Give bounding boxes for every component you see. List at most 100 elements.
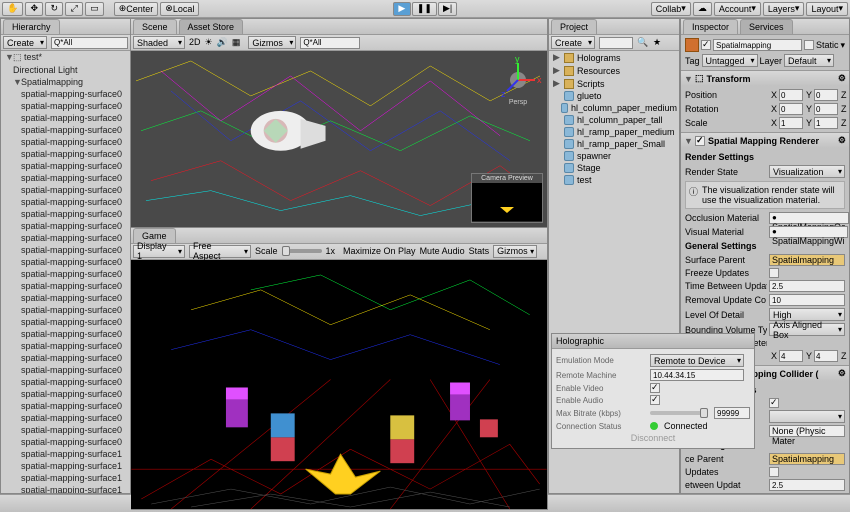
hierarchy-item[interactable]: spatial-mapping-surface0: [1, 316, 130, 328]
project-create[interactable]: Create: [551, 36, 595, 49]
hierarchy-item[interactable]: spatial-mapping-surface0: [1, 412, 130, 424]
project-asset[interactable]: spawner: [549, 150, 679, 162]
hierarchy-search[interactable]: [51, 37, 128, 49]
pivot-center[interactable]: ⊕ Center: [114, 2, 159, 16]
game-display[interactable]: Display 1: [133, 245, 185, 258]
project-asset[interactable]: hl_column_paper_tall: [549, 114, 679, 126]
gear-icon[interactable]: ⚙: [838, 73, 846, 84]
pivot-local[interactable]: ⊗ Local: [160, 2, 199, 16]
scene-gizmos[interactable]: Gizmos: [248, 36, 296, 49]
tab-services[interactable]: Services: [740, 19, 793, 34]
hierarchy-item[interactable]: spatial-mapping-surface0: [1, 328, 130, 340]
mute-toggle[interactable]: Mute Audio: [420, 246, 465, 256]
hierarchy-item[interactable]: spatial-mapping-surface1: [1, 472, 130, 484]
hierarchy-item[interactable]: spatial-mapping-surface1: [1, 460, 130, 472]
hierarchy-root[interactable]: ▼⬚ test*: [1, 51, 130, 64]
project-asset[interactable]: glueto: [549, 90, 679, 102]
layer-dropdown[interactable]: Default: [784, 54, 834, 67]
physic-material[interactable]: None (Physic Mater: [769, 425, 845, 437]
scene-fx-icon[interactable]: ▦: [232, 37, 241, 49]
disconnect-button[interactable]: Disconnect: [631, 433, 676, 443]
scene-audio-icon[interactable]: 🔊: [217, 37, 228, 49]
static-checkbox[interactable]: [804, 40, 814, 50]
hierarchy-item[interactable]: spatial-mapping-surface0: [1, 196, 130, 208]
project-asset[interactable]: hl_column_paper_medium: [549, 102, 679, 114]
scene-2d[interactable]: 2D: [189, 37, 201, 49]
hierarchy-item[interactable]: spatial-mapping-surface0: [1, 232, 130, 244]
render-state[interactable]: Visualization: [769, 165, 845, 178]
gear-icon[interactable]: ⚙: [838, 368, 846, 379]
hierarchy-item[interactable]: spatial-mapping-surface0: [1, 256, 130, 268]
stats-toggle[interactable]: Stats: [469, 246, 490, 256]
project-folder[interactable]: ▶Scripts: [549, 77, 679, 90]
emulation-mode[interactable]: Remote to Device: [650, 354, 744, 367]
hierarchy-item[interactable]: spatial-mapping-surface0: [1, 220, 130, 232]
bitrate-slider[interactable]: [650, 411, 708, 415]
tab-hierarchy[interactable]: Hierarchy: [3, 19, 60, 34]
project-asset[interactable]: test: [549, 174, 679, 186]
hierarchy-item[interactable]: spatial-mapping-surface0: [1, 244, 130, 256]
hierarchy-create[interactable]: Create: [3, 36, 47, 49]
object-name-field[interactable]: [713, 39, 802, 51]
project-asset[interactable]: hl_ramp_paper_Small: [549, 138, 679, 150]
game-aspect[interactable]: Free Aspect: [189, 245, 251, 258]
bitrate-value[interactable]: [714, 407, 750, 419]
hierarchy-item[interactable]: spatial-mapping-surface0: [1, 352, 130, 364]
hierarchy-item[interactable]: spatial-mapping-surface0: [1, 208, 130, 220]
object-active-checkbox[interactable]: [701, 40, 711, 50]
maximize-toggle[interactable]: Maximize On Play: [343, 246, 416, 256]
scene-viewport[interactable]: xyz Persp Camera Preview: [131, 51, 547, 227]
pos-x[interactable]: [779, 89, 803, 101]
hierarchy-item[interactable]: spatial-mapping-surface0: [1, 424, 130, 436]
surface-parent[interactable]: Spatialmapping: [769, 254, 845, 266]
hierarchy-item[interactable]: spatial-mapping-surface1: [1, 448, 130, 460]
scl-y[interactable]: [814, 117, 838, 129]
hierarchy-item[interactable]: ▼Spatialmapping: [1, 76, 130, 88]
project-asset[interactable]: hl_ramp_paper_medium: [549, 126, 679, 138]
holographic-title[interactable]: Holographic: [552, 334, 754, 349]
hand-tool[interactable]: ✋: [2, 2, 23, 16]
tab-scene[interactable]: Scene: [133, 19, 177, 34]
collab-dropdown[interactable]: Collab ▾: [651, 2, 691, 16]
pause-button[interactable]: ❚❚: [412, 2, 437, 16]
removal-count[interactable]: [769, 294, 845, 306]
project-folder[interactable]: ▶Holograms: [549, 51, 679, 64]
hierarchy-item[interactable]: spatial-mapping-surface0: [1, 100, 130, 112]
layout-dropdown[interactable]: Layout ▾: [806, 2, 848, 16]
cloud-button[interactable]: ☁: [693, 2, 712, 16]
hierarchy-item[interactable]: spatial-mapping-surface0: [1, 136, 130, 148]
scene-search[interactable]: [300, 37, 360, 49]
rot-x[interactable]: [779, 103, 803, 115]
time-between[interactable]: [769, 280, 845, 292]
tag-dropdown[interactable]: Untagged: [702, 54, 758, 67]
hierarchy-item[interactable]: spatial-mapping-surface0: [1, 292, 130, 304]
rect-tool[interactable]: ▭: [85, 2, 104, 16]
freeze-checkbox[interactable]: [769, 268, 779, 278]
hierarchy-item[interactable]: spatial-mapping-surface0: [1, 376, 130, 388]
hierarchy-item[interactable]: spatial-mapping-surface0: [1, 88, 130, 100]
hierarchy-item[interactable]: spatial-mapping-surface0: [1, 148, 130, 160]
step-button[interactable]: ▶|: [438, 2, 457, 16]
visual-material[interactable]: ● SpatialMappingWi: [769, 226, 848, 238]
hierarchy-item[interactable]: spatial-mapping-surface0: [1, 184, 130, 196]
remote-machine[interactable]: [650, 369, 744, 381]
gear-icon[interactable]: ⚙: [838, 135, 846, 146]
scene-lighting-icon[interactable]: ☀: [205, 37, 213, 49]
scale-slider[interactable]: [282, 249, 322, 253]
account-dropdown[interactable]: Account ▾: [714, 2, 761, 16]
hierarchy-item[interactable]: spatial-mapping-surface0: [1, 364, 130, 376]
hierarchy-item[interactable]: spatial-mapping-surface0: [1, 388, 130, 400]
project-folder[interactable]: ▶Resources: [549, 64, 679, 77]
rot-y[interactable]: [814, 103, 838, 115]
scale-tool[interactable]: ⤢: [65, 2, 83, 16]
hierarchy-item[interactable]: spatial-mapping-surface0: [1, 124, 130, 136]
bounding-dropdown[interactable]: Axis Aligned Box: [769, 323, 845, 336]
hierarchy-item[interactable]: Directional Light: [1, 64, 130, 76]
project-fav-icon[interactable]: ★: [653, 37, 665, 49]
enable-audio[interactable]: [650, 395, 660, 405]
layers-dropdown[interactable]: Layers ▾: [763, 2, 805, 16]
tab-project[interactable]: Project: [551, 19, 597, 34]
hierarchy-item[interactable]: spatial-mapping-surface0: [1, 436, 130, 448]
hierarchy-item[interactable]: spatial-mapping-surface0: [1, 340, 130, 352]
pos-y[interactable]: [814, 89, 838, 101]
